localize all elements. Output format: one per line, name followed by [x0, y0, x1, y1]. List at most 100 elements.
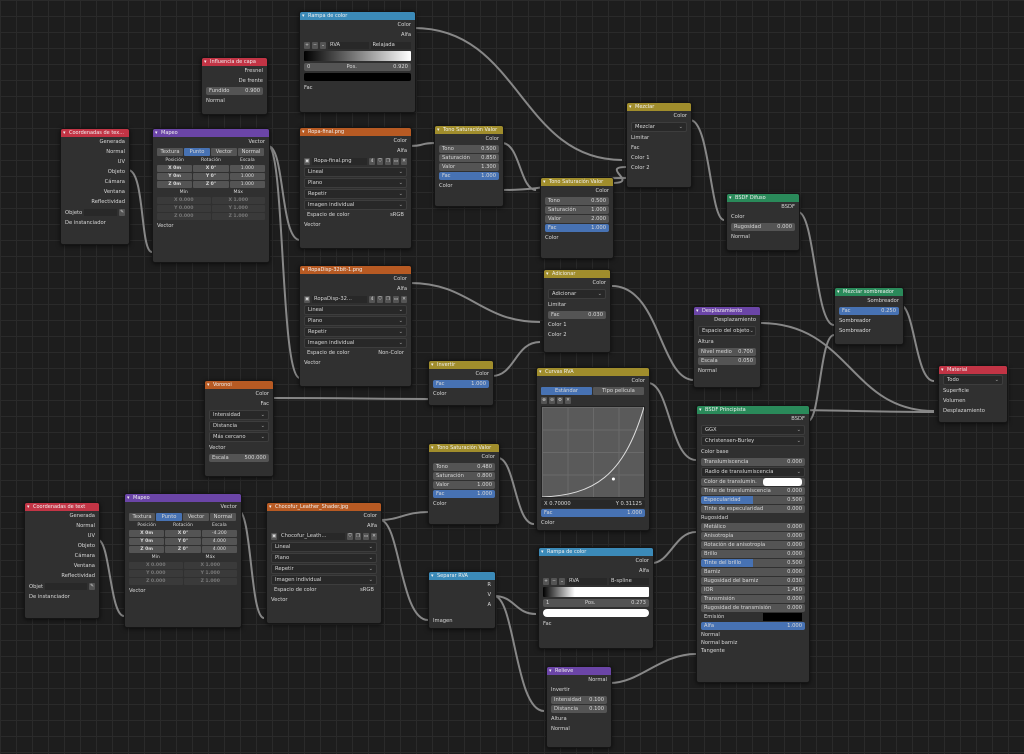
- interpolation-select[interactable]: Lineal: [271, 542, 377, 552]
- settings-icon[interactable]: ⚙: [557, 397, 563, 404]
- min-checkbox[interactable]: Mín: [157, 189, 211, 196]
- color-mode-select[interactable]: RVA: [328, 42, 369, 49]
- subsurface-color-field[interactable]: Color de translumin.: [701, 478, 805, 486]
- scale-z[interactable]: 1.000: [229, 181, 265, 188]
- min-z[interactable]: Z 0.000: [157, 213, 211, 220]
- node-voronoi[interactable]: Voronoi Color Fac Intensidad Distancia M…: [204, 380, 274, 477]
- node-header[interactable]: Invertir: [429, 361, 493, 369]
- min-y[interactable]: Y 0.000: [129, 570, 183, 577]
- duplicate-icon[interactable]: ❐: [385, 158, 391, 165]
- rot-z[interactable]: Z 0°: [193, 181, 229, 188]
- transmission-field[interactable]: Transmisión 0.000: [701, 595, 805, 603]
- node-header[interactable]: Tono Saturación Valor: [435, 126, 503, 134]
- shield-icon[interactable]: ⛉: [347, 533, 353, 540]
- node-mapping-1[interactable]: Mapeo Vector Textura Punto Vector Normal…: [152, 128, 270, 263]
- node-diffuse-bsdf[interactable]: BSDF Difuso BSDF Color Rugosidad0.000 No…: [726, 193, 800, 251]
- clamp-checkbox[interactable]: Limitar: [627, 133, 691, 143]
- node-header[interactable]: Coordenadas de text: [25, 503, 99, 511]
- scale-field[interactable]: Escala 500.000: [209, 454, 269, 462]
- max-z[interactable]: Z 1.000: [211, 213, 265, 220]
- tab-texture[interactable]: Textura: [129, 513, 155, 521]
- image-icon[interactable]: ▣: [271, 533, 277, 540]
- subsurface-field[interactable]: Translumiscencia 0.000: [701, 458, 805, 466]
- image-icon[interactable]: ▣: [304, 158, 310, 165]
- shield-icon[interactable]: ⛉: [377, 158, 383, 165]
- specular-tint-field[interactable]: Tinte de especularidad 0.000: [701, 505, 805, 513]
- colorspace-select[interactable]: Espacio de color sRGB: [304, 211, 407, 219]
- node-header[interactable]: Rampa de color: [539, 548, 653, 556]
- duplicate-icon[interactable]: ❐: [385, 296, 391, 303]
- chevron-down-icon[interactable]: ⌄: [320, 42, 326, 49]
- remove-icon[interactable]: −: [312, 42, 318, 49]
- node-principled-bsdf[interactable]: BSDF Principista BSDF GGX Christensen-Bu…: [696, 405, 810, 683]
- fac-field[interactable]: Fac 1.000: [433, 490, 495, 498]
- midlevel-field[interactable]: Nivel medio 0.700: [698, 348, 756, 356]
- clearcoat-roughness-field[interactable]: Rugosidad del barniz 0.030: [701, 577, 805, 585]
- extension-select[interactable]: Repetir: [271, 564, 377, 574]
- node-header[interactable]: Desplazamiento: [694, 307, 760, 315]
- extension-select[interactable]: Repetir: [304, 327, 407, 337]
- curve-point-xy[interactable]: X 0.70000 Y 0.31125: [541, 500, 645, 508]
- scale-x[interactable]: 1.000: [229, 165, 265, 172]
- node-material-output[interactable]: Material Todo Superficie Volumen Desplaz…: [938, 365, 1008, 423]
- node-image-texture-ropa-disp[interactable]: RopaDisp-32bit-1.png Color Alfa ▣RopaDis…: [299, 265, 412, 387]
- distribution-select[interactable]: GGX: [701, 425, 805, 435]
- zoom-out-icon[interactable]: ⊖: [549, 397, 555, 404]
- rot-x[interactable]: X 0°: [193, 165, 229, 172]
- fac-field[interactable]: Fac 1.000: [439, 172, 499, 180]
- ramp-stop-position[interactable]: 0 Pos. 0.920: [304, 63, 411, 71]
- scale-x[interactable]: -4.200: [201, 530, 237, 537]
- node-displacement[interactable]: Desplazamiento Desplazamiento Espacio de…: [693, 306, 761, 388]
- invert-checkbox[interactable]: Invertir: [547, 685, 611, 695]
- color-ramp-gradient[interactable]: [304, 51, 411, 61]
- curve-graph[interactable]: [541, 406, 645, 498]
- chevron-down-icon[interactable]: ⌄: [559, 578, 565, 585]
- node-header[interactable]: BSDF Principista: [697, 406, 809, 414]
- ior-field[interactable]: IOR 1.450: [701, 586, 805, 594]
- fac-field[interactable]: Fac 0.250: [839, 307, 899, 315]
- blend-field[interactable]: Fundido 0.900: [206, 87, 263, 95]
- source-select[interactable]: Imagen individual: [271, 575, 377, 585]
- min-x[interactable]: X 0.000: [129, 562, 183, 569]
- interpolation-select[interactable]: Relajada: [370, 42, 411, 49]
- zoom-in-icon[interactable]: ⊕: [541, 397, 547, 404]
- node-bump[interactable]: Relieve Normal Invertir Intensidad0.100 …: [546, 666, 612, 748]
- roughness-field[interactable]: Rugosidad 0.000: [731, 223, 795, 231]
- users-count[interactable]: 4: [369, 296, 375, 303]
- node-header[interactable]: Material: [939, 366, 1007, 374]
- object-picker[interactable]: Objeto ✎: [65, 209, 125, 216]
- anisotropic-rotation-field[interactable]: Rotación de anisotropía 0.000: [701, 541, 805, 549]
- users-count[interactable]: 4: [369, 158, 375, 165]
- add-icon[interactable]: +: [543, 578, 549, 585]
- node-hue-saturation-3[interactable]: Tono Saturación Valor Color Tono0.480 Sa…: [428, 443, 500, 525]
- saturation-field[interactable]: Saturación 1.000: [545, 206, 609, 214]
- image-icon[interactable]: ▣: [304, 296, 310, 303]
- projection-select[interactable]: Plano: [304, 316, 407, 326]
- image-name-field[interactable]: Ropa-final.png: [312, 158, 367, 165]
- close-icon[interactable]: ✕: [401, 158, 407, 165]
- max-x[interactable]: X 1.000: [211, 197, 265, 204]
- node-header[interactable]: Voronoi: [205, 381, 273, 389]
- strength-field[interactable]: Intensidad 0.100: [551, 696, 607, 704]
- min-x[interactable]: X 0.000: [157, 197, 211, 204]
- loc-y[interactable]: Y 0m: [157, 173, 193, 180]
- node-color-ramp-bottom[interactable]: Rampa de color Color Alfa + − ⌄ RVA B-sp…: [538, 547, 654, 649]
- extension-select[interactable]: Repetir: [304, 189, 407, 199]
- color-ramp-gradient[interactable]: [543, 587, 649, 597]
- duplicate-icon[interactable]: ❐: [355, 533, 361, 540]
- rot-y[interactable]: Y 0°: [193, 173, 229, 180]
- loc-x[interactable]: X 0m: [129, 530, 165, 537]
- node-header[interactable]: Mezclar sombreador: [835, 288, 903, 296]
- emission-field[interactable]: Emisión: [701, 613, 805, 621]
- fac-field[interactable]: Fac 0.030: [548, 311, 606, 319]
- close-icon[interactable]: ✕: [565, 397, 571, 404]
- node-header[interactable]: Rampa de color: [300, 12, 415, 20]
- tab-point[interactable]: Punto: [184, 148, 210, 156]
- tab-vector[interactable]: Vector: [183, 513, 209, 521]
- colorspace-select[interactable]: Espacio de color sRGB: [271, 586, 377, 594]
- saturation-field[interactable]: Saturación 0.850: [439, 154, 499, 162]
- fac-field[interactable]: Fac 1.000: [541, 509, 645, 517]
- value-field[interactable]: Valor 1.000: [433, 481, 495, 489]
- node-header[interactable]: Adicionar: [544, 270, 610, 278]
- max-x[interactable]: X 1.000: [183, 562, 237, 569]
